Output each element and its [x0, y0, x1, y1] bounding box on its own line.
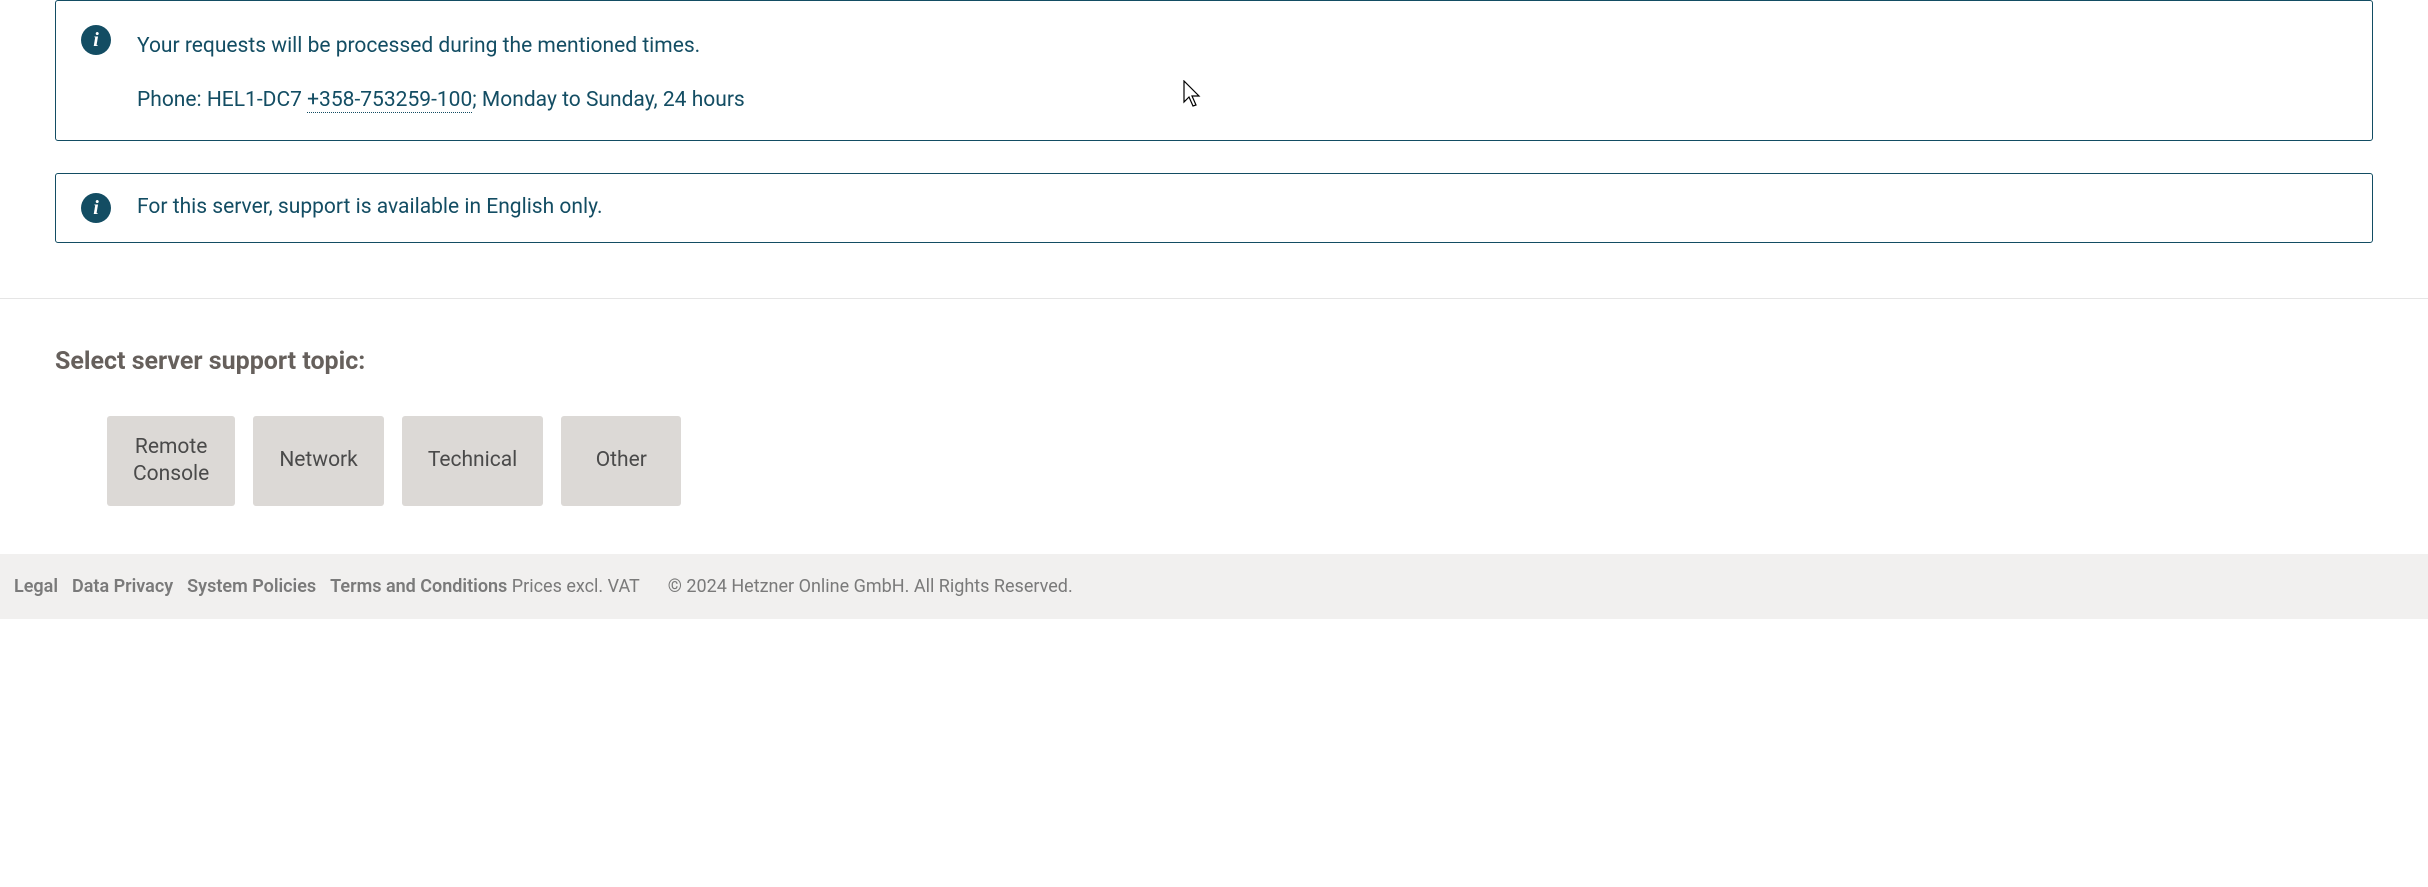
- footer-copyright: © 2024 Hetzner Online GmbH. All Rights R…: [668, 576, 1073, 597]
- footer: Legal Data Privacy System Policies Terms…: [0, 554, 2428, 619]
- topic-buttons: RemoteConsole Network Technical Other: [107, 416, 2373, 507]
- info-line-phone: Phone: HEL1-DC7 +358-753259-100; Monday …: [137, 85, 745, 117]
- info-box-processing-times: i Your requests will be processed during…: [55, 0, 2373, 141]
- phone-link[interactable]: +358-753259-100: [307, 88, 472, 113]
- phone-label: Phone:: [137, 88, 207, 112]
- info-content: For this server, support is available in…: [137, 192, 602, 224]
- info-content: Your requests will be processed during t…: [137, 25, 745, 116]
- topic-button-network[interactable]: Network: [253, 416, 384, 507]
- info-icon: i: [81, 193, 111, 223]
- topic-heading: Select server support topic:: [55, 347, 2373, 376]
- page-container: i Your requests will be processed during…: [0, 0, 2428, 619]
- topic-button-other[interactable]: Other: [561, 416, 681, 507]
- footer-note-prices-text: Prices excl. VAT: [512, 576, 640, 597]
- footer-link-terms[interactable]: Terms and Conditions: [330, 576, 507, 597]
- phone-location: HEL1-DC7: [207, 88, 307, 112]
- phone-hours: ; Monday to Sunday, 24 hours: [472, 88, 745, 112]
- info-icon: i: [81, 25, 111, 55]
- topic-button-technical[interactable]: Technical: [402, 416, 543, 507]
- footer-link-system-policies[interactable]: System Policies: [187, 576, 316, 597]
- footer-link-legal[interactable]: Legal: [14, 576, 58, 597]
- info-line-language: For this server, support is available in…: [137, 192, 602, 224]
- footer-link-data-privacy[interactable]: Data Privacy: [72, 576, 173, 597]
- topic-button-remote-console[interactable]: RemoteConsole: [107, 416, 235, 507]
- info-box-language: i For this server, support is available …: [55, 173, 2373, 243]
- topic-section: Select server support topic: RemoteConso…: [0, 299, 2428, 555]
- info-line-intro: Your requests will be processed during t…: [137, 31, 745, 63]
- info-area: i Your requests will be processed during…: [0, 0, 2428, 299]
